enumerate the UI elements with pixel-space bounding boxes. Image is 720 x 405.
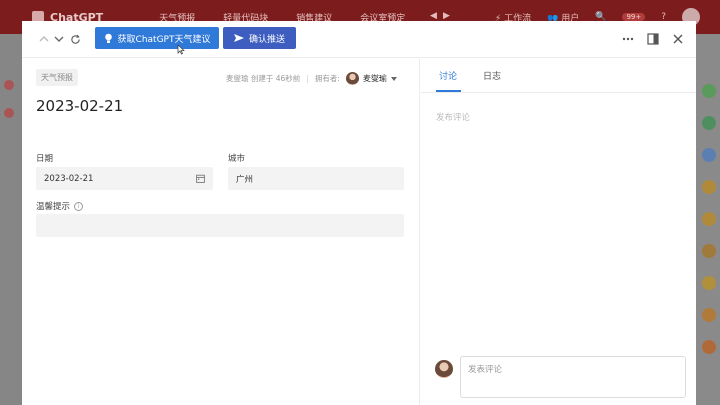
sidebar-icon[interactable] bbox=[4, 108, 14, 118]
primary-button-label: 获取ChatGPT天气建议 bbox=[117, 34, 211, 45]
nav-next-icon[interactable]: ▶ bbox=[443, 11, 450, 21]
discussion-pane: 讨论 日志 发布评论 发表评论 bbox=[421, 59, 696, 405]
owner-avatar bbox=[345, 72, 359, 85]
record-detail-pane: 天气预报 麦燮瑜 创建于 46秒前 | 拥有者: 麦燮瑜 2023-02-21 … bbox=[22, 59, 420, 405]
toggle-sidebar-icon[interactable] bbox=[645, 31, 661, 47]
info-icon[interactable]: i bbox=[74, 202, 84, 211]
previous-record-icon[interactable] bbox=[36, 31, 52, 47]
side-app-icon[interactable] bbox=[702, 340, 716, 354]
notification-badge[interactable]: 99+ bbox=[622, 13, 646, 21]
city-field-label: 城市 bbox=[228, 154, 246, 164]
right-sidebar bbox=[696, 34, 720, 405]
side-app-icon[interactable] bbox=[702, 148, 716, 162]
post-comment-hint: 发布评论 bbox=[436, 113, 471, 123]
left-sidebar bbox=[0, 34, 22, 405]
tip-field-label-text: 温馨提示 bbox=[36, 202, 71, 212]
tab-log[interactable]: 日志 bbox=[483, 69, 501, 82]
mouse-cursor-icon bbox=[177, 44, 185, 55]
sidebar-icon[interactable] bbox=[4, 80, 14, 90]
date-field-label: 日期 bbox=[36, 154, 54, 164]
calendar-icon bbox=[196, 174, 205, 183]
tab-discussion[interactable]: 讨论 bbox=[439, 69, 457, 82]
commenter-avatar bbox=[435, 360, 453, 378]
owner-label: 拥有者: bbox=[314, 74, 340, 83]
record-meta: 麦燮瑜 创建于 46秒前 | 拥有者: 麦燮瑜 bbox=[226, 72, 397, 85]
secondary-button-label: 确认推送 bbox=[248, 34, 285, 45]
side-app-icon[interactable] bbox=[702, 84, 716, 98]
owner-selector[interactable]: 麦燮瑜 bbox=[345, 72, 397, 85]
date-field-value: 2023-02-21 bbox=[44, 173, 94, 184]
send-icon bbox=[233, 34, 244, 42]
tip-field-label: 温馨提示 i bbox=[36, 200, 84, 212]
lightbulb-icon bbox=[104, 33, 112, 43]
get-chatgpt-weather-advice-button[interactable]: 获取ChatGPT天气建议 bbox=[95, 27, 219, 49]
nav-prev-icon[interactable]: ◀ bbox=[430, 11, 437, 21]
chevron-down-icon bbox=[390, 76, 397, 81]
record-title: 2023-02-21 bbox=[36, 97, 124, 115]
owner-name: 麦燮瑜 bbox=[362, 74, 387, 83]
creator-info: 麦燮瑜 创建于 46秒前 bbox=[226, 74, 301, 83]
next-record-icon[interactable] bbox=[51, 31, 67, 47]
comment-input[interactable]: 发表评论 bbox=[460, 356, 686, 398]
city-field-value: 广州 bbox=[236, 174, 254, 185]
refresh-icon[interactable] bbox=[67, 31, 83, 47]
table-tag: 天气预报 bbox=[36, 69, 78, 86]
tip-field[interactable] bbox=[36, 214, 404, 237]
modal-toolbar: 获取ChatGPT天气建议 确认推送 bbox=[22, 21, 696, 58]
date-field[interactable]: 2023-02-21 bbox=[36, 167, 213, 190]
side-app-icon[interactable] bbox=[702, 244, 716, 258]
side-app-icon[interactable] bbox=[702, 308, 716, 322]
confirm-push-button[interactable]: 确认推送 bbox=[223, 27, 296, 49]
side-app-icon[interactable] bbox=[702, 180, 716, 194]
city-field[interactable]: 广州 bbox=[228, 167, 404, 190]
side-app-icon[interactable] bbox=[702, 116, 716, 130]
record-modal: 获取ChatGPT天气建议 确认推送 天气预报 麦燮瑜 创建于 46秒前 | 拥… bbox=[22, 21, 696, 405]
side-app-icon[interactable] bbox=[702, 276, 716, 290]
active-tab-indicator bbox=[436, 90, 461, 92]
close-icon[interactable] bbox=[670, 31, 686, 47]
side-app-icon[interactable] bbox=[702, 212, 716, 226]
more-options-icon[interactable] bbox=[620, 31, 636, 47]
meta-divider: | bbox=[306, 74, 309, 83]
side-tabs: 讨论 日志 bbox=[421, 59, 696, 93]
